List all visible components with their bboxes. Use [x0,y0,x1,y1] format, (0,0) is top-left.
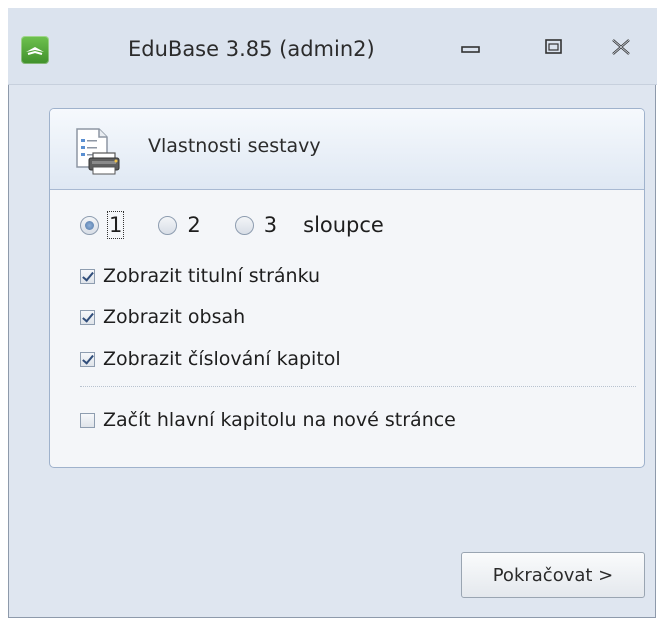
checkbox-label: Začít hlavní kapitolu na nové stránce [103,409,456,431]
report-properties-panel: Vlastnosti sestavy 1 2 3 sloupce Zobrazi… [49,108,645,468]
title-bar[interactable]: EduBase 3.85 (admin2) [8,8,657,85]
close-button[interactable] [596,26,646,68]
checkbox[interactable] [80,412,95,428]
radio-columns-1[interactable]: 1 [80,211,125,239]
panel-header: Vlastnosti sestavy [50,109,644,190]
columns-label: sloupce [303,213,384,237]
maximize-button[interactable] [529,26,579,68]
checkbox-label: Zobrazit číslování kapitol [103,348,341,370]
checkbox-label: Zobrazit titulní stránku [103,265,321,287]
radio-label: 3 [263,213,278,237]
checkbox-show-chapter-numbering[interactable]: Zobrazit číslování kapitol [80,345,341,373]
checkbox-show-title-page[interactable]: Zobrazit titulní stránku [80,262,320,290]
continue-button[interactable]: Pokračovat > [461,552,645,598]
app-icon[interactable] [21,36,49,64]
divider [80,386,636,387]
checkbox[interactable] [80,351,95,367]
checkbox[interactable] [80,309,95,325]
close-icon [612,39,630,55]
checkbox-chapter-new-page[interactable]: Začít hlavní kapitolu na nové stránce [80,406,456,434]
window-title: EduBase 3.85 (admin2) [128,37,375,61]
report-printer-icon [73,127,123,175]
panel-title: Vlastnosti sestavy [148,135,321,157]
radio-button[interactable] [234,215,254,235]
radio-columns-2[interactable]: 2 [158,213,201,237]
checkbox-show-contents[interactable]: Zobrazit obsah [80,303,245,331]
radio-columns-3[interactable]: 3 [234,213,278,237]
radio-label: 1 [106,211,125,239]
checkbox[interactable] [80,268,95,284]
minimize-icon [461,46,480,53]
minimize-button[interactable] [446,26,496,68]
main-window: EduBase 3.85 (admin2) Vlastnosti sestavy… [8,8,657,618]
maximize-icon [545,39,562,54]
radio-button[interactable] [158,215,178,235]
columns-selector: 1 2 3 sloupce [80,210,384,240]
radio-label: 2 [187,213,201,237]
checkbox-label: Zobrazit obsah [103,306,246,328]
radio-button[interactable] [80,215,99,235]
